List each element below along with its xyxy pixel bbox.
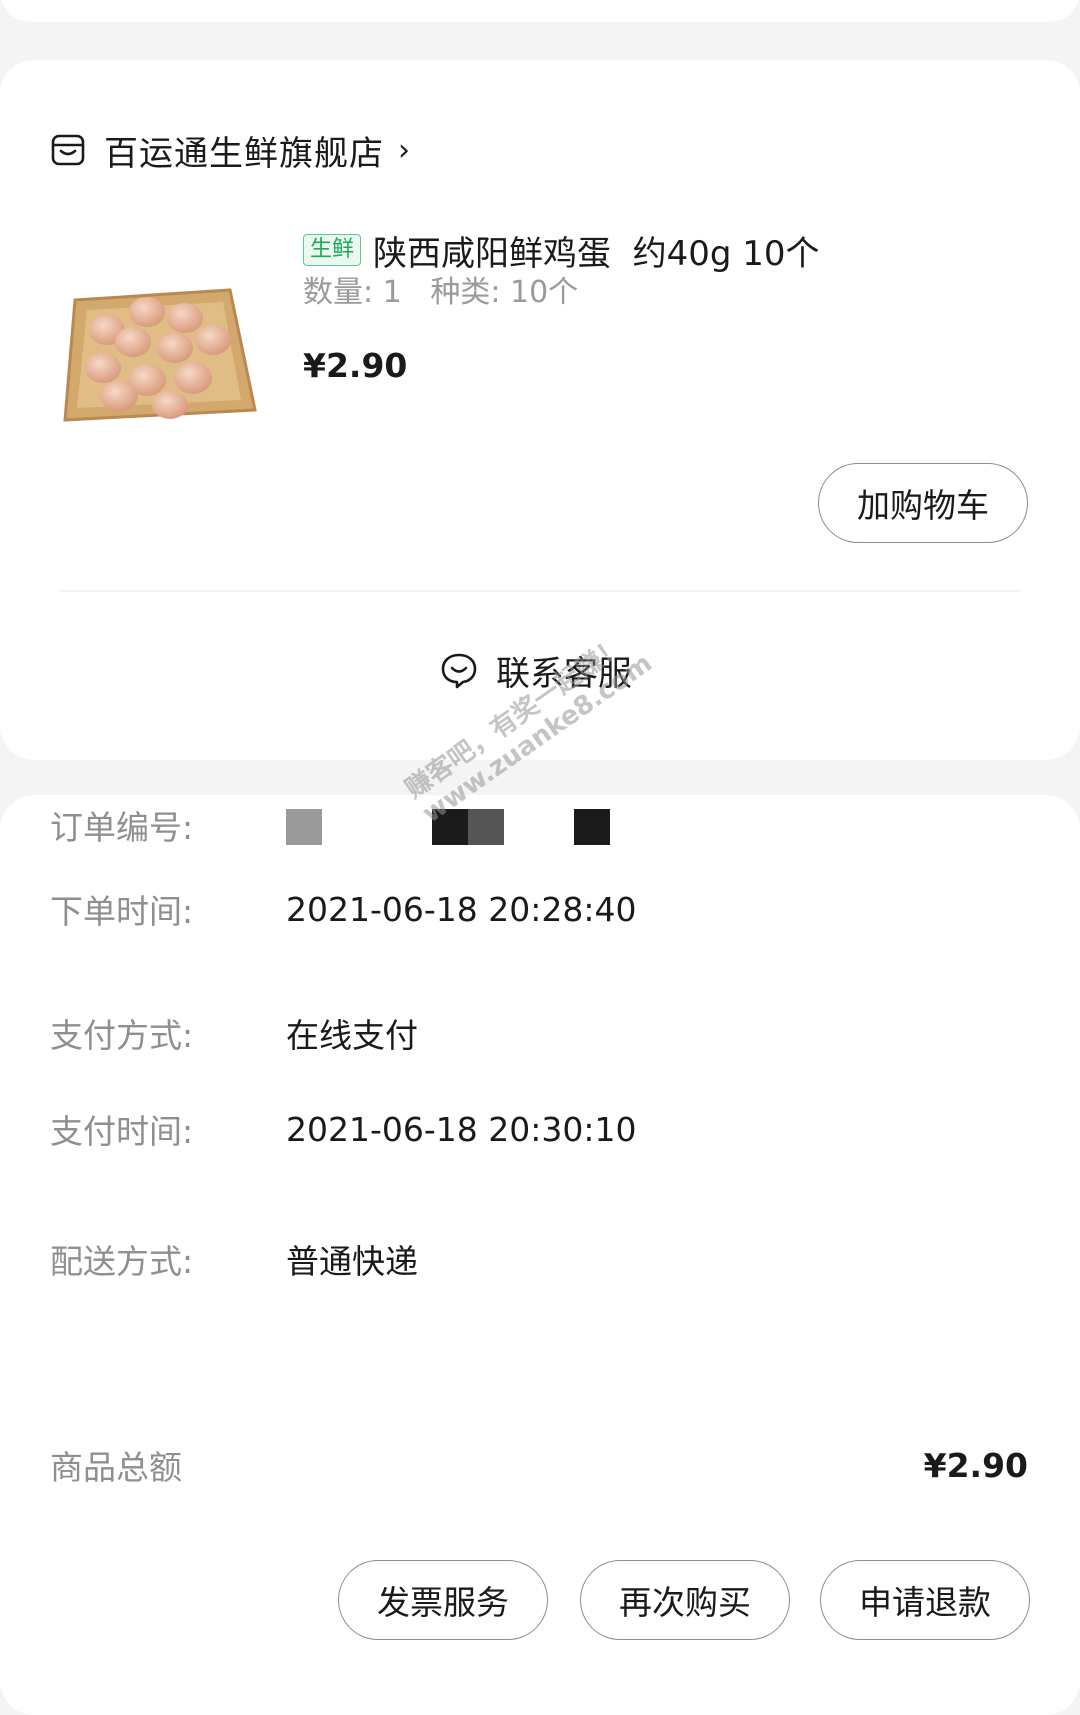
product-image[interactable] xyxy=(55,250,265,450)
payment-time-label: 支付时间: xyxy=(50,1112,194,1151)
product-price: ¥2.90 xyxy=(303,346,408,385)
order-info-card: 订单编号: 下单时间: 2021-06-18 20:28:40 支付方式: 在线… xyxy=(0,795,1080,1715)
contact-service-label: 联系客服 xyxy=(496,653,632,694)
request-refund-button[interactable]: 申请退款 xyxy=(820,1560,1030,1640)
redaction-block xyxy=(286,808,322,845)
order-number-value xyxy=(286,805,610,845)
buy-again-button[interactable]: 再次购买 xyxy=(580,1560,790,1640)
contact-service-button[interactable]: 联系客服 xyxy=(440,640,632,700)
chat-bubble-icon xyxy=(440,651,478,689)
order-time-value: 2021-06-18 20:28:40 xyxy=(286,889,637,929)
fresh-tag: 生鲜 xyxy=(303,234,362,266)
previous-card-edge xyxy=(0,0,1080,22)
redaction-block xyxy=(574,808,610,845)
redaction-block xyxy=(432,808,468,845)
payment-method-label: 支付方式: xyxy=(50,1016,194,1055)
shop-header[interactable]: 百运通生鲜旗舰店 › xyxy=(50,120,410,180)
goods-total-value: ¥2.90 xyxy=(923,1445,1028,1485)
payment-method-value: 在线支付 xyxy=(286,1016,418,1055)
payment-method-row: 支付方式: 在线支付 xyxy=(50,1003,418,1063)
payment-time-value: 2021-06-18 20:30:10 xyxy=(286,1109,637,1149)
payment-time-row: 支付时间: 2021-06-18 20:30:10 xyxy=(50,1099,636,1159)
chevron-right-icon: › xyxy=(398,132,410,168)
store-icon xyxy=(50,132,86,168)
order-number-label: 订单编号: xyxy=(50,808,194,847)
invoice-service-button[interactable]: 发票服务 xyxy=(338,1560,548,1640)
delivery-method-label: 配送方式: xyxy=(50,1242,194,1281)
shop-name: 百运通生鲜旗舰店 xyxy=(104,133,384,174)
product-spec: 数量: 1 种类: 10个 xyxy=(303,275,579,310)
goods-total-row: 商品总额 ¥2.90 xyxy=(50,1435,1028,1495)
delivery-method-row: 配送方式: 普通快递 xyxy=(50,1229,418,1289)
order-number-row: 订单编号: xyxy=(50,795,610,855)
delivery-method-value: 普通快递 xyxy=(286,1242,418,1281)
order-time-label: 下单时间: xyxy=(50,892,194,931)
add-to-cart-button[interactable]: 加购物车 xyxy=(818,463,1028,543)
divider xyxy=(60,590,1020,592)
goods-total-label: 商品总额 xyxy=(50,1448,182,1487)
order-time-row: 下单时间: 2021-06-18 20:28:40 xyxy=(50,879,636,939)
redaction-block xyxy=(468,808,504,845)
order-product-card: 百运通生鲜旗舰店 › 生鲜 陕西咸阳鲜鸡蛋 约40g 10个 数量: 1 种类:… xyxy=(0,60,1080,760)
